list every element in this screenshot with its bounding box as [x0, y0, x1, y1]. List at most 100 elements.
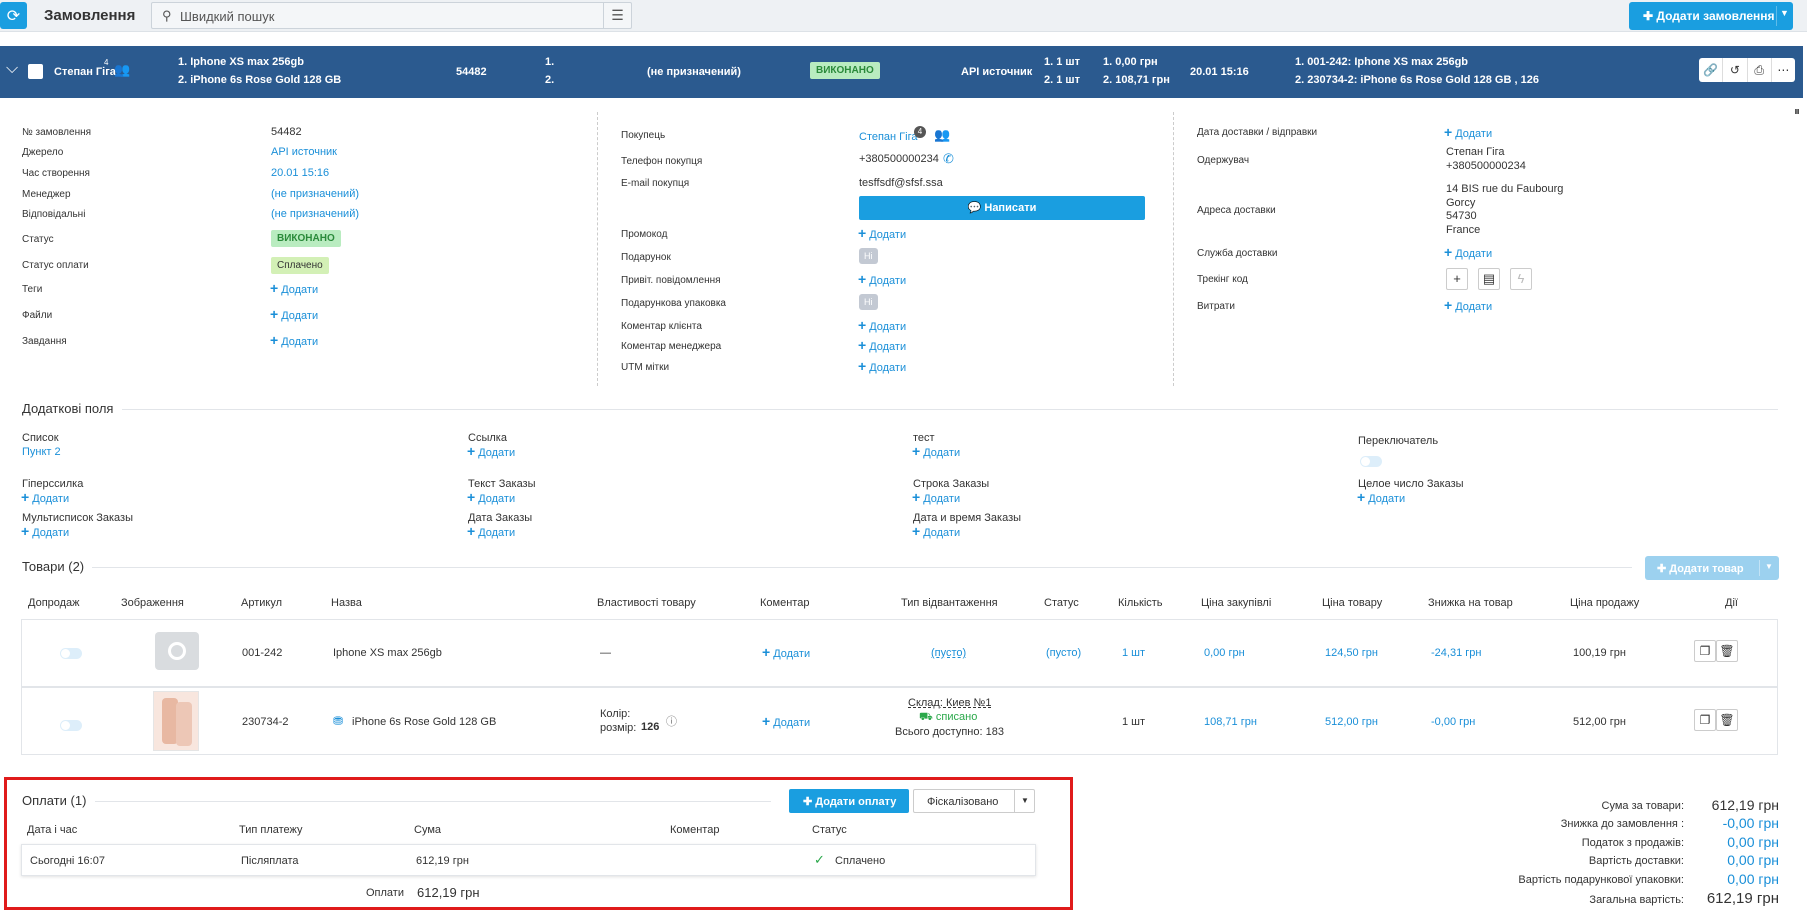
search-input[interactable]: ⚲ Швидкий пошук ☰	[151, 2, 632, 29]
add-order-button[interactable]: ✚ Додати замовлення ▼	[1629, 2, 1793, 30]
link-field-add[interactable]: + Додати	[467, 443, 515, 459]
tags-add-link[interactable]: + Додати	[270, 280, 318, 296]
side-panel-handle-icon[interactable]: ⏸	[1794, 104, 1800, 119]
address-line-3[interactable]: 54730	[1446, 210, 1477, 222]
product-row[interactable]: 001-242 Iphone XS max 256gb — + Додати (п…	[21, 619, 1778, 687]
info-icon[interactable]: ⓘ	[666, 713, 677, 729]
product-discount[interactable]: -0,00 грн	[1431, 716, 1475, 728]
promo-add-link[interactable]: + Додати	[858, 225, 906, 241]
total-tax[interactable]: 0,00 грн	[1727, 834, 1779, 850]
truck-icon: ⛟	[919, 711, 936, 723]
manager-comment-add-link[interactable]: + Додати	[858, 337, 906, 353]
filter-settings-button[interactable]: ☰	[603, 3, 631, 28]
plus-icon: +	[21, 523, 30, 539]
expenses-add-link[interactable]: + Додати	[1444, 297, 1492, 313]
phone-value[interactable]: +380500000234	[859, 153, 939, 165]
header-client[interactable]: Степан Гіга	[54, 66, 116, 78]
users-icon[interactable]: 👥	[934, 127, 950, 143]
product-ship-type[interactable]: (пусто)	[931, 647, 966, 659]
refresh-button[interactable]: ⟳	[0, 2, 27, 29]
add-payment-label: Додати оплату	[815, 796, 897, 808]
product-props-size-label: розмір:	[600, 722, 637, 734]
print-icon[interactable]: ⎙	[1748, 58, 1772, 82]
link-icon[interactable]: 🔗	[1699, 58, 1724, 82]
tracking-label: Трекінг код	[1197, 274, 1248, 285]
recipient-label: Одержувач	[1197, 155, 1250, 166]
chevron-down-icon[interactable]: ▼	[1780, 8, 1789, 18]
more-icon[interactable]: ⋯	[1772, 58, 1795, 82]
tracking-bolt-button[interactable]: ϟ	[1510, 268, 1532, 290]
pay-status-badge[interactable]: Сплачено	[271, 257, 329, 274]
upsell-toggle[interactable]	[60, 648, 82, 662]
source-value[interactable]: API источник	[271, 146, 337, 158]
buyer-value[interactable]: Степан Гіга	[859, 131, 917, 143]
hyperlink-field-add[interactable]: + Додати	[21, 489, 69, 505]
text-field-add[interactable]: + Додати	[467, 489, 515, 505]
users-icon[interactable]: 👥	[114, 62, 130, 78]
responsible-value[interactable]: (не призначений)	[271, 208, 359, 220]
recipient-name[interactable]: Степан Гіга	[1446, 146, 1504, 158]
tracking-add-button[interactable]: +	[1446, 268, 1468, 290]
total-giftpack[interactable]: 0,00 грн	[1727, 871, 1779, 887]
delivery-service-add-link[interactable]: + Додати	[1444, 244, 1492, 260]
address-line-4[interactable]: France	[1446, 224, 1480, 236]
tracking-list-button[interactable]: ▤	[1478, 268, 1500, 290]
product-comment-add[interactable]: + Додати	[762, 644, 810, 660]
write-message-button[interactable]: 💬 Написати	[859, 196, 1145, 220]
tasks-add-link[interactable]: + Додати	[270, 332, 318, 348]
upsell-toggle[interactable]	[60, 720, 82, 734]
copy-icon[interactable]: ❐	[1694, 640, 1716, 662]
product-comment-add[interactable]: + Додати	[762, 713, 810, 729]
string-field-add[interactable]: + Додати	[912, 489, 960, 505]
greet-add-link[interactable]: + Додати	[858, 271, 906, 287]
datetime-field-add[interactable]: + Додати	[912, 523, 960, 539]
chevron-down-icon[interactable]: ▼	[1021, 796, 1029, 805]
add-payment-button[interactable]: ✚ Додати оплату	[789, 789, 909, 813]
delivery-date-add-link[interactable]: + Додати	[1444, 124, 1492, 140]
total-discount[interactable]: -0,00 грн	[1723, 815, 1779, 831]
history-icon[interactable]: ↺	[1723, 58, 1748, 82]
payment-row[interactable]: Сьогодні 16:07 Післяплата 612,19 грн ✓ С…	[21, 844, 1036, 876]
status-value-badge[interactable]: ВИКОНАНО	[271, 230, 341, 247]
add-product-button[interactable]: ✚ Додати товар ▼	[1645, 556, 1779, 580]
order-header-row[interactable]: ⌵ Степан Гіга 4 👥 1. Iphone XS max 256gb…	[0, 46, 1803, 98]
address-line-1[interactable]: 14 BIS rue du Faubourg	[1446, 183, 1563, 195]
switch-field-toggle[interactable]	[1360, 456, 1382, 470]
recipient-phone[interactable]: +380500000234	[1446, 160, 1526, 172]
product-discount[interactable]: -24,31 грн	[1431, 647, 1481, 659]
utm-add-link[interactable]: + Додати	[858, 358, 906, 374]
manager-value[interactable]: (не призначений)	[271, 188, 359, 200]
fiscal-dropdown[interactable]: Фіскалізовано ▼	[913, 789, 1035, 813]
product-purchase[interactable]: 0,00 грн	[1204, 647, 1245, 659]
product-qty[interactable]: 1 шт	[1122, 716, 1145, 728]
collapse-chevron-icon[interactable]: ⌵	[6, 60, 18, 78]
list-field-value[interactable]: Пункт 2	[22, 446, 61, 458]
created-value[interactable]: 20.01 15:16	[271, 167, 329, 179]
product-name[interactable]: iPhone 6s Rose Gold 128 GB	[352, 716, 496, 728]
product-row[interactable]: 230734-2 ⛃ iPhone 6s Rose Gold 128 GB Ко…	[21, 687, 1778, 755]
gift-toggle[interactable]: Ні	[859, 248, 878, 264]
client-comment-add-link[interactable]: + Додати	[858, 317, 906, 333]
total-delivery[interactable]: 0,00 грн	[1727, 852, 1779, 868]
product-ship-store[interactable]: Склад: Киев №1	[908, 697, 991, 709]
files-add-link[interactable]: + Додати	[270, 306, 318, 322]
product-name[interactable]: Iphone XS max 256gb	[333, 647, 442, 659]
date-field-add[interactable]: + Додати	[467, 523, 515, 539]
phone-icon[interactable]: ✆	[943, 151, 954, 167]
chevron-down-icon[interactable]: ▼	[1765, 562, 1773, 571]
multi-field-add[interactable]: + Додати	[21, 523, 69, 539]
product-price[interactable]: 512,00 грн	[1325, 716, 1378, 728]
trash-icon[interactable]: 🗑	[1716, 640, 1738, 662]
product-qty[interactable]: 1 шт	[1122, 647, 1145, 659]
product-price[interactable]: 124,50 грн	[1325, 647, 1378, 659]
product-purchase[interactable]: 108,71 грн	[1204, 716, 1257, 728]
copy-icon[interactable]: ❐	[1694, 709, 1716, 731]
order-checkbox[interactable]	[28, 64, 43, 79]
gift-pack-toggle[interactable]: Ні	[859, 294, 878, 310]
trash-icon[interactable]: 🗑	[1716, 709, 1738, 731]
test-field-add[interactable]: + Додати	[912, 443, 960, 459]
int-field-add[interactable]: + Додати	[1357, 489, 1405, 505]
email-value[interactable]: tesffsdf@sfsf.ssa	[859, 177, 943, 189]
product-status[interactable]: (пусто)	[1046, 647, 1081, 659]
address-line-2[interactable]: Gorcy	[1446, 197, 1475, 209]
